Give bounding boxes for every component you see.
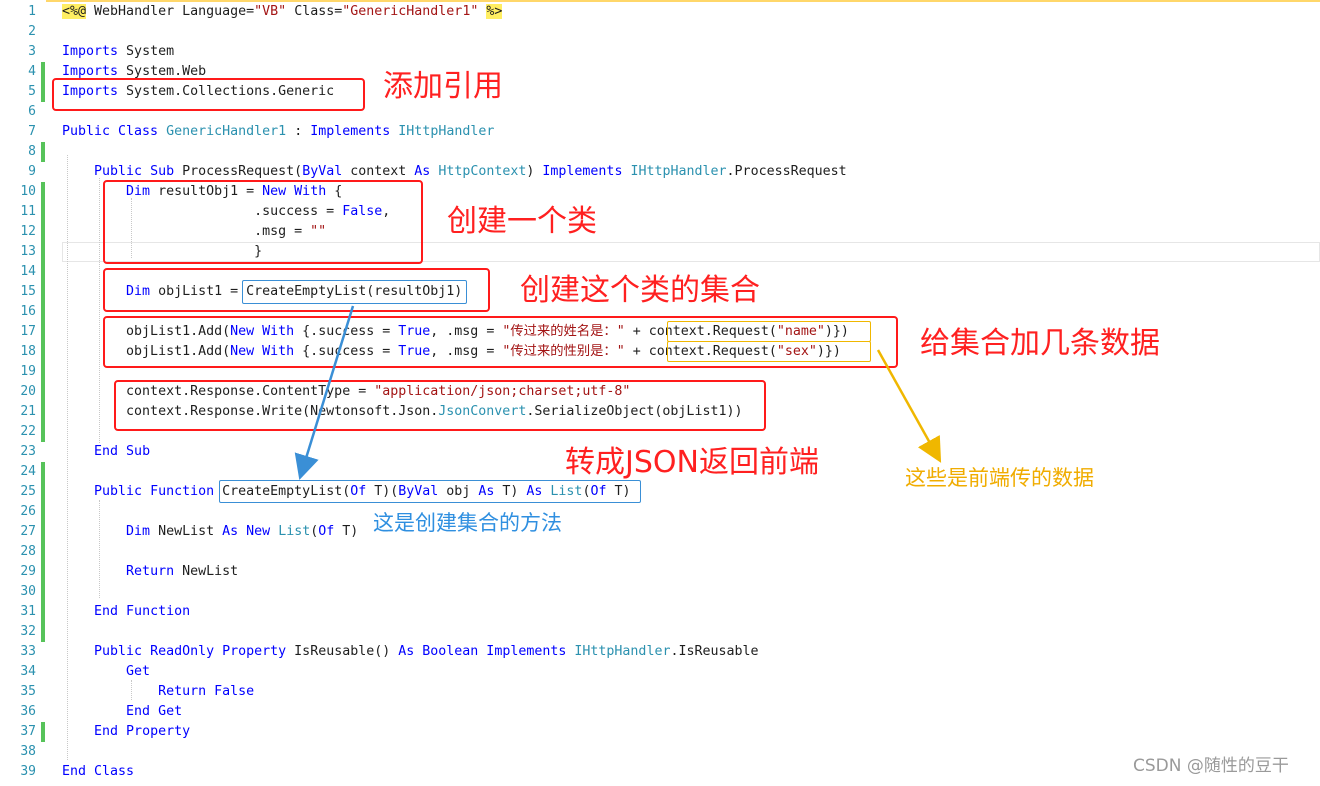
yellow-arrow xyxy=(876,349,942,463)
watermark: CSDN @随性的豆干 xyxy=(1133,756,1289,776)
to-json-note: 转成JSON返回前端 xyxy=(565,445,819,480)
add-reference-note: 添加引用 xyxy=(383,69,503,104)
frontend-data-note: 这些是前端传的数据 xyxy=(905,466,1094,490)
blue-arrow xyxy=(294,305,355,480)
add-data-note: 给集合加几条数据 xyxy=(920,326,1160,361)
annotation-arrows xyxy=(294,305,942,480)
method-note: 这是创建集合的方法 xyxy=(373,511,562,535)
create-collection-note: 创建这个类的集合 xyxy=(520,273,760,308)
create-class-note: 创建一个类 xyxy=(447,204,597,239)
